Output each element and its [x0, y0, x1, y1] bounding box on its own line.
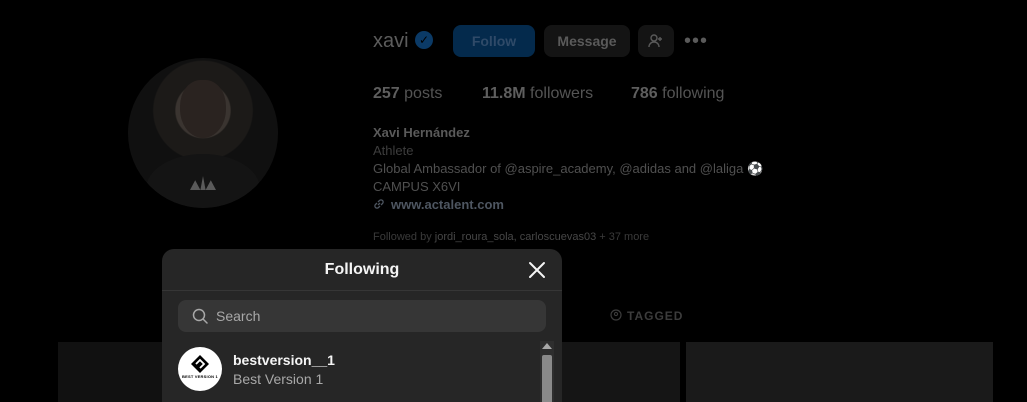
website-link[interactable]: www.actalent.com	[373, 196, 763, 214]
following-stat[interactable]: 786 following	[631, 85, 724, 103]
scroll-up-arrow-icon[interactable]	[542, 343, 552, 349]
user-full-name: Best Version 1	[233, 371, 324, 387]
tagged-icon	[610, 309, 622, 321]
best-version-logo-icon	[191, 355, 209, 373]
search-input[interactable]	[216, 300, 536, 332]
post-thumbnail[interactable]	[562, 342, 680, 402]
user-handle[interactable]: bestversion__1	[233, 352, 335, 368]
profile-category: Athlete	[373, 143, 414, 158]
scrollbar[interactable]	[540, 341, 554, 402]
more-options-icon[interactable]: •••	[684, 30, 708, 53]
close-icon	[529, 262, 545, 278]
followers-stat[interactable]: 11.8M followers	[482, 85, 593, 103]
dialog-title: Following	[324, 261, 400, 278]
list-item[interactable]: BEST VERSION 1 bestversion__1 Best Versi…	[178, 347, 542, 395]
profile-full-name: Xavi Hernández	[373, 125, 470, 140]
dialog-header: Following	[162, 249, 562, 291]
search-box	[178, 300, 546, 332]
search-icon	[192, 308, 208, 324]
posts-stat: 257 posts	[373, 85, 443, 102]
scroll-thumb[interactable]	[542, 355, 552, 402]
tab-tagged[interactable]: TAGGED	[610, 309, 683, 323]
avatar-text: BEST VERSION 1	[182, 374, 218, 379]
message-button[interactable]: Message	[544, 25, 630, 57]
link-icon	[374, 199, 384, 209]
profile-bio: Xavi Hernández Athlete Global Ambassador…	[373, 124, 763, 214]
suggested-users-button[interactable]	[638, 25, 674, 57]
followed-by[interactable]: Followed by jordi_roura_sola, carloscuev…	[373, 231, 649, 243]
bio-line: Global Ambassador of @aspire_academy, @a…	[373, 161, 764, 176]
follow-button[interactable]: Follow	[453, 25, 535, 57]
post-thumbnail[interactable]	[686, 342, 993, 402]
add-user-icon	[648, 34, 662, 48]
profile-username: xavi	[373, 30, 409, 52]
following-dialog: Following BEST VERSION 1 bestversion__1 …	[162, 249, 562, 402]
avatar[interactable]: BEST VERSION 1	[178, 347, 222, 391]
post-thumbnail[interactable]	[58, 342, 166, 402]
bio-line: CAMPUS X6VI	[373, 179, 461, 194]
profile-avatar[interactable]	[128, 58, 278, 208]
close-button[interactable]	[526, 259, 548, 281]
verified-badge-icon: ✓	[415, 31, 433, 49]
